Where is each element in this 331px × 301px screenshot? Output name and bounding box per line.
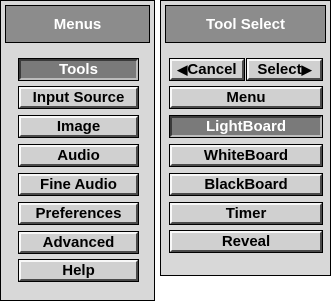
menu-item-advanced[interactable]: Advanced xyxy=(18,231,139,254)
tool-item-whiteboard[interactable]: WhiteBoard xyxy=(169,144,323,167)
menu-item-preferences[interactable]: Preferences xyxy=(18,202,139,225)
tool-item-reveal[interactable]: Reveal xyxy=(169,230,323,253)
select-button[interactable]: Select ▶ xyxy=(246,58,323,81)
menus-header: Menus xyxy=(5,5,150,43)
menu-item-image[interactable]: Image xyxy=(18,115,139,138)
menus-panel: Menus Tools Input Source Image Audio Fin… xyxy=(0,0,155,301)
menu-item-tools[interactable]: Tools xyxy=(18,58,139,81)
cancel-button[interactable]: ◀ Cancel xyxy=(169,58,245,81)
tool-select-header: Tool Select xyxy=(165,5,326,43)
tool-item-menu[interactable]: Menu xyxy=(169,86,323,109)
tool-item-blackboard[interactable]: BlackBoard xyxy=(169,173,323,196)
right-arrow-icon: ▶ xyxy=(301,62,312,77)
cancel-button-label: Cancel xyxy=(187,61,237,78)
menu-item-input-source[interactable]: Input Source xyxy=(18,86,139,109)
tool-item-lightboard[interactable]: LightBoard xyxy=(169,115,323,138)
menu-item-fine-audio[interactable]: Fine Audio xyxy=(18,173,139,196)
tool-select-panel: Tool Select ◀ Cancel Select ▶ Menu LightBo… xyxy=(160,0,331,276)
tool-item-timer[interactable]: Timer xyxy=(169,202,323,225)
menu-item-audio[interactable]: Audio xyxy=(18,144,139,167)
menu-item-help[interactable]: Help xyxy=(18,259,139,282)
select-button-label: Select xyxy=(257,61,302,78)
left-arrow-icon: ◀ xyxy=(177,62,188,77)
